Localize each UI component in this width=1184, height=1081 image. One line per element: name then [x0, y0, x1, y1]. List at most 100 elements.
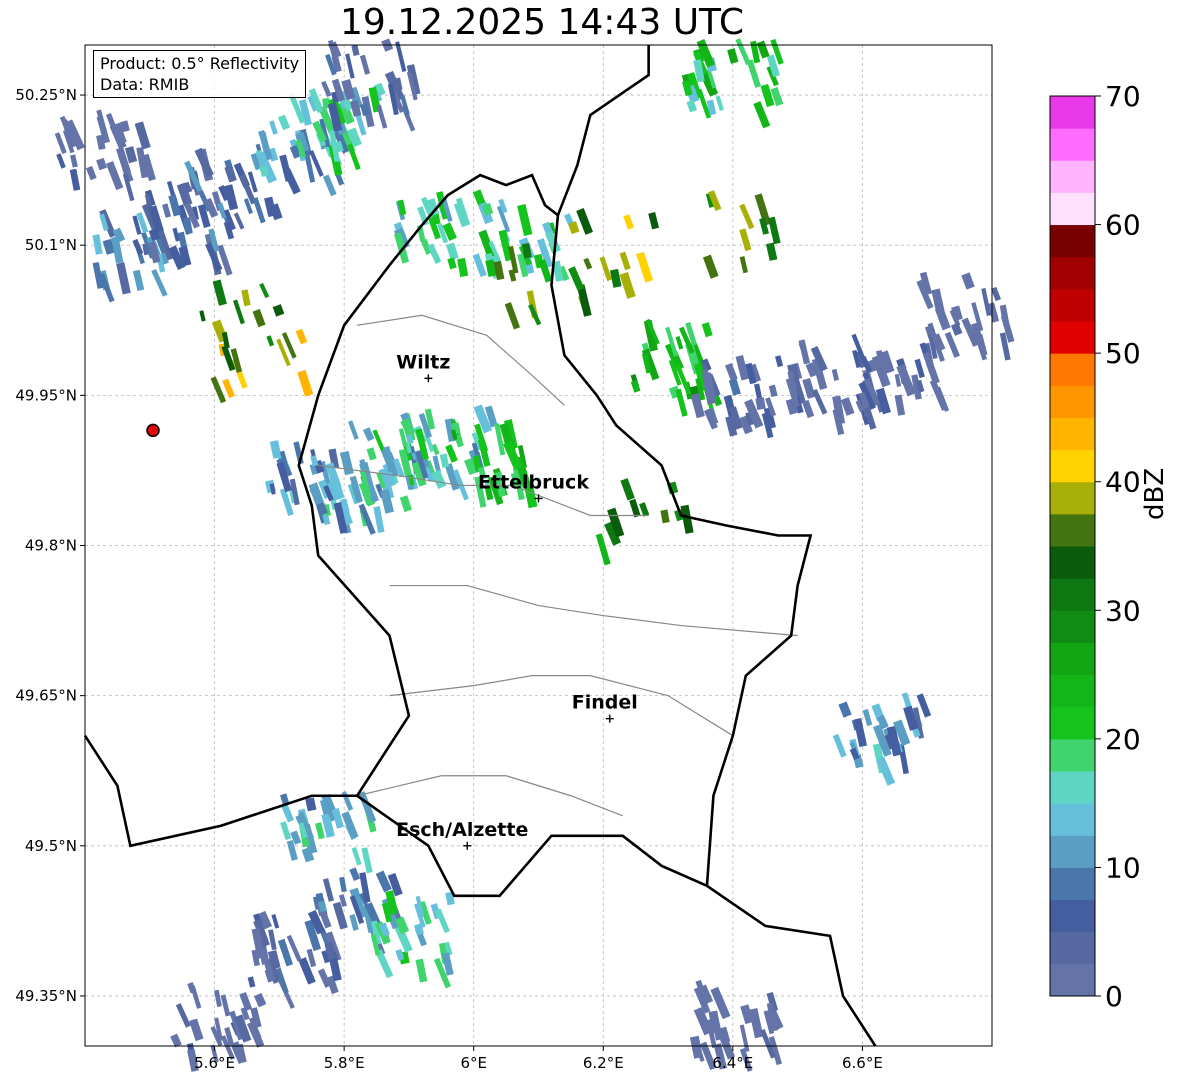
echo-cell — [162, 203, 172, 218]
echo-cell — [69, 168, 81, 191]
colorbar-segment — [1050, 546, 1095, 579]
echo-cell — [760, 83, 775, 108]
colorbar-tick-label: 40 — [1105, 466, 1141, 499]
echo-cell — [241, 289, 251, 307]
echo-cell — [266, 335, 275, 347]
echo-cell — [453, 201, 471, 228]
echo-cell — [689, 1035, 703, 1059]
colorbar-segment — [1050, 771, 1095, 804]
lat-lon-grid — [85, 45, 992, 1046]
colorbar-segment — [1050, 931, 1095, 965]
canton-border — [389, 584, 798, 637]
canton-border — [357, 314, 565, 406]
colorbar-tick-label: 60 — [1105, 209, 1141, 242]
echo-cell — [715, 95, 724, 111]
echo-cell — [727, 48, 739, 64]
echo-cell — [351, 846, 362, 866]
echo-cell — [472, 253, 487, 278]
echo-cell — [831, 368, 839, 381]
colorbar-segment — [1050, 160, 1095, 193]
echo-cell — [175, 1003, 191, 1028]
echo-cell — [503, 440, 523, 471]
echo-cell — [504, 302, 521, 330]
echo-cell — [349, 867, 361, 882]
echo-cell — [339, 450, 354, 476]
echo-cell — [339, 876, 347, 893]
colorbar-segment — [1050, 963, 1095, 997]
echo-cell — [277, 114, 291, 131]
echo-cell — [701, 322, 713, 338]
france-germany-border — [706, 884, 877, 1047]
canton-border — [356, 775, 623, 817]
echo-cell — [802, 378, 816, 399]
echo-cell — [934, 306, 951, 331]
colorbar-segment — [1050, 224, 1095, 258]
canton-border — [389, 675, 734, 737]
colorbar-segment — [1050, 385, 1095, 418]
echo-cell — [599, 256, 612, 282]
echo-cell — [134, 121, 151, 150]
colorbar-segment — [1050, 481, 1095, 515]
colorbar-tick-label: 30 — [1105, 594, 1141, 627]
echo-cell — [259, 282, 270, 299]
echo-cell — [56, 153, 66, 169]
echo-cell — [894, 394, 906, 416]
echo-cell — [361, 847, 373, 874]
echo-cell — [269, 120, 278, 135]
city-label: Wiltz — [396, 351, 450, 373]
echo-cell — [568, 266, 585, 291]
colorbar-segment — [1050, 96, 1095, 129]
echo-cell — [373, 506, 385, 533]
echo-cell — [220, 994, 231, 1017]
echo-cell — [639, 502, 650, 517]
colorbar-segment — [1050, 449, 1095, 483]
echo-cell — [295, 328, 308, 345]
echo-cell — [950, 322, 963, 336]
echo-cell — [439, 453, 450, 468]
x-tick-label: 6.4°E — [712, 1054, 753, 1072]
echo-cell — [620, 478, 635, 501]
echo-cell — [630, 380, 641, 393]
echo-cell — [70, 154, 78, 168]
city-label: Findel — [572, 692, 638, 714]
echo-cell — [623, 214, 634, 230]
x-tick-label: 5.6°E — [194, 1054, 235, 1072]
echo-cell — [322, 878, 334, 902]
echo-cell — [351, 44, 360, 56]
x-tick-label: 5.8°E — [324, 1054, 365, 1072]
echo-cell — [106, 161, 124, 191]
echo-cell — [272, 304, 285, 317]
radar-map[interactable]: Wiltz Ettelbruck Findel Esch/Alzette 5.6°E 5… — [0, 0, 1184, 1081]
echo-cell — [170, 1033, 182, 1048]
echo-cell — [321, 80, 332, 98]
echo-cell — [280, 821, 292, 841]
radar-site-marker — [146, 423, 160, 438]
colorbar-segment — [1050, 578, 1095, 611]
canton-borders — [318, 314, 798, 817]
echo-cell — [348, 420, 359, 440]
echo-cell — [96, 157, 108, 171]
echo-cell — [362, 427, 375, 442]
colorbar-label: dBZ — [1140, 467, 1170, 520]
echo-cell — [457, 257, 469, 278]
colorbar-segment — [1050, 706, 1095, 740]
y-tick-label: 49.35°N — [15, 987, 77, 1005]
echo-cell — [739, 228, 752, 252]
colorbar-segment — [1050, 513, 1095, 547]
echo-cell — [305, 797, 317, 812]
echo-cell — [399, 495, 412, 513]
colorbar: 0 10 20 30 40 50 60 70 — [1049, 80, 1141, 1013]
echo-cell — [660, 509, 670, 524]
y-tick-label: 49.65°N — [15, 687, 77, 705]
echo-cell — [648, 211, 660, 230]
data-source-label: Data: RMIB — [100, 75, 190, 94]
echo-cell — [233, 212, 245, 230]
colorbar-segment — [1050, 321, 1095, 354]
echo-cell — [276, 461, 292, 493]
colorbar-segment — [1050, 256, 1095, 290]
product-label: Product: 0.5° Reflectivity — [100, 54, 300, 73]
echo-cell — [435, 908, 450, 934]
city-label: Ettelbruck — [478, 471, 589, 493]
colorbar-segment — [1050, 835, 1095, 868]
echo-cell — [748, 1008, 764, 1039]
